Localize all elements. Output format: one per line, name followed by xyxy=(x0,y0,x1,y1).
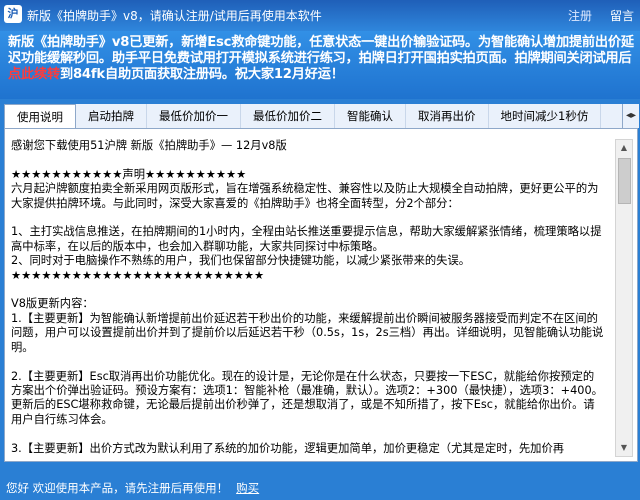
content-paragraph xyxy=(11,153,605,167)
content-paragraph: 感谢您下载使用51沪牌 新版《拍牌助手》— 12月v8版 xyxy=(11,139,287,152)
banner-text: 新版《拍牌助手》v8已更新，新增Esc救命键功能，任意状态一键出价输验证码。为智… xyxy=(8,35,636,83)
content-paragraph: 2、同时对于电脑操作不熟练的用户，我们也保留部分快捷键功能，以减少紧张带来的失误… xyxy=(11,254,471,268)
content-paragraph: 六月起沪牌额度拍卖全新采用网页版形式，旨在增强系统稳定性、兼容性以及防止大规模全… xyxy=(11,182,599,210)
app-icon: 沪 xyxy=(4,5,22,23)
banner-text-before: 新版《拍牌助手》v8已更新，新增Esc救命键功能，任意状态一键出价输验证码。为智… xyxy=(8,35,634,66)
buy-link[interactable]: 购买 xyxy=(236,481,259,495)
content-paragraph: 2.【主要更新】Esc取消再出价功能优化。现在的设计是，无论你是在什么状态，只要… xyxy=(11,369,603,426)
scroll-down-icon[interactable]: ▼ xyxy=(616,440,632,456)
announcement-banner: 新版《拍牌助手》v8已更新，新增Esc救命键功能，任意状态一键出价输验证码。为智… xyxy=(0,31,640,99)
tab-1[interactable]: 启动拍牌 xyxy=(76,104,147,128)
content-paragraph xyxy=(11,427,605,441)
tab-3[interactable]: 最低价加价二 xyxy=(241,104,335,128)
banner-text-after: 到84fk自助页面获取注册码。祝大家12月好运！ xyxy=(59,67,344,82)
content-paragraph xyxy=(11,211,605,225)
status-bar: 您好 欢迎使用本产品，请先注册后再使用！ 购买 xyxy=(6,480,259,496)
register-button[interactable]: 注册 xyxy=(568,7,592,24)
content-paragraph: ★★★★★★★★★★★★★★★★★★★★★★★★★ xyxy=(11,268,265,282)
renew-link[interactable]: 点此续转 xyxy=(8,67,60,82)
content-paragraph: 1.【主要更新】为智能确认新增提前出价延迟若干秒出价的功能，来缓解提前出价瞬间被… xyxy=(11,311,604,354)
app-window: 沪 新版《拍牌助手》v8，请确认注册/试用后再使用本软件 注册 留言 新版《拍牌… xyxy=(0,0,640,500)
tab-5[interactable]: 取消再出价 xyxy=(406,104,489,128)
content-panel: 感谢您下载使用51沪牌 新版《拍牌助手》— 12月v8版 ★★★★★★★★★★★… xyxy=(4,128,638,462)
window-title: 新版《拍牌助手》v8，请确认注册/试用后再使用本软件 xyxy=(27,9,322,23)
tab-2[interactable]: 最低价加价一 xyxy=(147,104,241,128)
message-button[interactable]: 留言 xyxy=(610,7,634,24)
content-paragraph: ★★★★★★★★★★★声明★★★★★★★★★★ xyxy=(11,167,247,181)
content-paragraph: 1、主打实战信息推送，在拍牌期间的1小时内，全程由站长推送重要提示信息，帮助大家… xyxy=(11,225,602,253)
tab-scroll-arrows[interactable]: ◂▸ xyxy=(622,104,639,128)
title-actions: 注册 留言 xyxy=(568,7,634,24)
tab-0[interactable]: 使用说明 xyxy=(4,104,76,129)
instructions-text: 感谢您下载使用51沪牌 新版《拍牌助手》— 12月v8版 ★★★★★★★★★★★… xyxy=(11,139,605,457)
status-text: 您好 欢迎使用本产品，请先注册后再使用！ xyxy=(6,481,229,495)
title-bar: 沪 新版《拍牌助手》v8，请确认注册/试用后再使用本软件 注册 留言 xyxy=(0,0,640,31)
content-paragraph: 3.【主要更新】出价方式改为默认利用了系统的加价功能，逻辑更加简单，加价更稳定（… xyxy=(11,441,565,455)
tab-bar: 使用说明 启动拍牌 最低价加价一 最低价加价二 智能确认 取消再出价 地时间减少1秒仿 xyxy=(4,104,622,129)
scroll-thumb[interactable] xyxy=(618,158,631,204)
vertical-scrollbar[interactable]: ▲ ▼ xyxy=(615,139,633,457)
tab-6[interactable]: 地时间减少1秒仿 xyxy=(489,104,602,128)
content-paragraph: V8版更新内容： xyxy=(11,297,94,311)
scroll-up-icon[interactable]: ▲ xyxy=(616,140,632,156)
content-paragraph xyxy=(11,355,605,369)
tab-4[interactable]: 智能确认 xyxy=(335,104,406,128)
content-paragraph xyxy=(11,283,605,297)
